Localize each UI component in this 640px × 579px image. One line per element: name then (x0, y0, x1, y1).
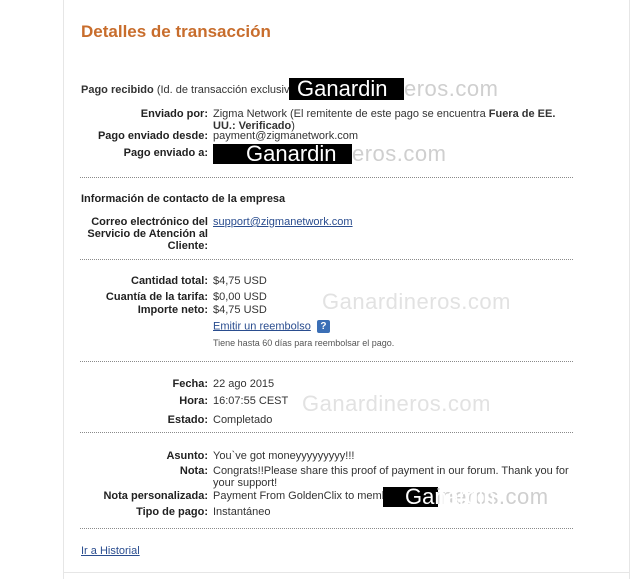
issue-refund-link[interactable]: Emitir un reembolso (213, 320, 311, 332)
watermark-text: eros.com (352, 141, 447, 166)
section-divider (80, 259, 573, 260)
page-border-bottom (63, 572, 630, 573)
fee-label: Cuantía de la tarifa: (105, 291, 208, 303)
date-value: 22 ago 2015 (213, 378, 275, 390)
section-divider (80, 528, 573, 529)
custom-note-label: Nota personalizada: (103, 490, 208, 502)
sent-from-label: Pago enviado desde: (97, 130, 208, 142)
net-amount-value: $4,75 USD (213, 304, 267, 316)
status-label: Estado: (167, 414, 208, 426)
time-value: 16:07:55 CEST (213, 395, 289, 407)
payment-type-label: Tipo de pago: (136, 506, 208, 518)
net-amount-label: Importe neto: (137, 304, 208, 316)
note-label: Nota: (179, 465, 208, 477)
fee-value: $0,00 USD (213, 291, 267, 303)
refund-note: Tiene hasta 60 días para reembolsar el p… (213, 338, 395, 348)
watermark-text: Ganardineros.com (322, 289, 511, 314)
total-amount-value: $4,75 USD (213, 275, 267, 287)
page-border-left (63, 0, 64, 579)
custom-note-value: Payment From GoldenClix to member (213, 490, 398, 502)
watermark-on-redaction: Ganardin (246, 141, 337, 166)
contact-section-title: Información de contacto de la empresa (81, 193, 286, 205)
help-icon[interactable]: ? (316, 320, 330, 333)
date-label: Fecha: (172, 378, 208, 390)
page-title: Detalles de transacción (81, 22, 271, 41)
support-email-label: Correo electrónico del Servicio de Atenc… (87, 216, 208, 252)
page-border-right (629, 0, 630, 579)
refund-row: Emitir un reembolso ? (213, 320, 330, 333)
status-value: Completado (213, 414, 273, 426)
payment-received-line: Pago recibido (Id. de transacción exclus… (81, 84, 312, 96)
watermark-text: eros.com (404, 76, 499, 101)
section-divider (80, 361, 573, 362)
time-label: Hora: (179, 395, 208, 407)
section-divider (80, 432, 573, 433)
sent-by-label: Enviado por: (140, 108, 208, 120)
total-amount-label: Cantidad total: (131, 275, 208, 287)
section-divider (80, 177, 573, 178)
support-email-link[interactable]: support@zigmanetwork.com (213, 216, 353, 228)
payment-type-value: Instantáneo (213, 506, 271, 518)
payment-received-label: Pago recibido (81, 84, 154, 96)
go-to-history-link[interactable]: Ir a Historial (81, 545, 140, 557)
watermark-on-redaction: Ganardin (405, 484, 496, 509)
sent-to-label: Pago enviado a: (123, 147, 208, 159)
subject-value: You`ve got moneyyyyyyyyy!!! (213, 450, 355, 462)
subject-label: Asunto: (166, 450, 208, 462)
watermark-text: Ganardineros.com (302, 391, 491, 416)
sent-by-value: Zigma Network (El remitente de este pago… (213, 108, 556, 132)
watermark-on-redaction: Ganardin (297, 76, 388, 101)
